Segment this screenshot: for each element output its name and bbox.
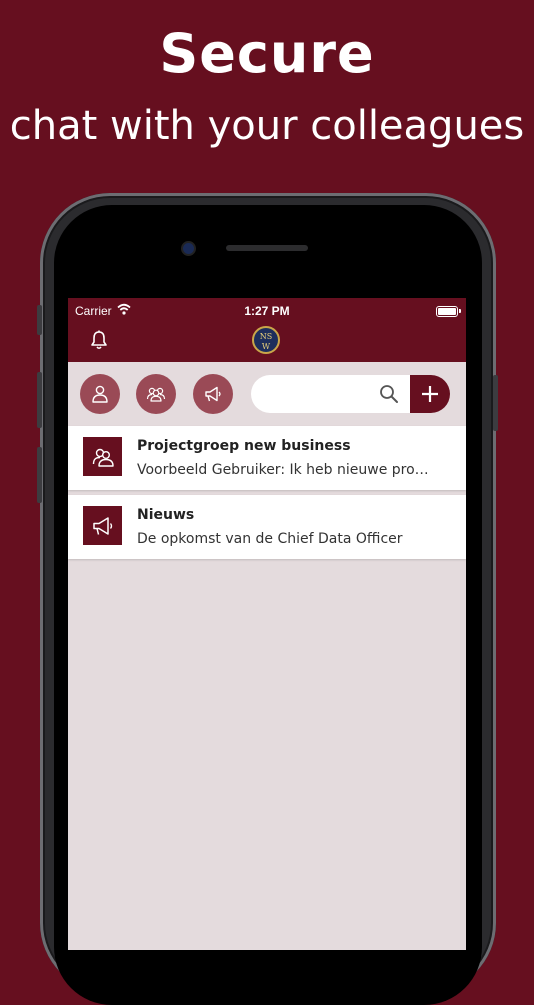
group-icon (92, 448, 114, 467)
headline-subtitle: chat with your colleagues (9, 103, 525, 149)
chat-list-item[interactable]: Nieuws De opkomst van de Chief Data Offi… (68, 495, 466, 559)
logo-text-bottom: W (261, 342, 271, 351)
contacts-button[interactable] (80, 374, 120, 414)
phone-volume-down (37, 447, 42, 503)
megaphone-icon (92, 516, 112, 535)
person-icon (92, 385, 108, 403)
bell-icon[interactable] (90, 330, 108, 350)
chat-preview: De opkomst van de Chief Data Officer (137, 531, 403, 547)
app-screen: Carrier 1:27 PM NS W Projectgroep new bu… (68, 298, 466, 950)
chat-list: Projectgroep new business Voorbeeld Gebr… (68, 426, 466, 564)
logo-text-top: NS (259, 332, 273, 341)
groups-button[interactable] (136, 374, 176, 414)
search-icon[interactable] (379, 384, 399, 404)
chat-title: Projectgroep new business (137, 438, 351, 454)
headline-title: Secure (159, 22, 375, 85)
toolbar (68, 362, 466, 426)
megaphone-icon (205, 386, 221, 402)
status-time: 1:27 PM (244, 304, 290, 318)
camera-icon (183, 243, 194, 254)
phone-volume-up (37, 372, 42, 428)
chat-avatar (83, 437, 122, 476)
app-logo: NS W (252, 326, 280, 354)
phone-side-button (37, 305, 42, 335)
chat-list-item[interactable]: Projectgroep new business Voorbeeld Gebr… (68, 426, 466, 490)
group-icon (146, 387, 166, 402)
status-bar: Carrier 1:27 PM (68, 298, 466, 322)
nav-bar: NS W (68, 322, 466, 362)
add-chat-button[interactable] (410, 375, 450, 413)
plus-icon (422, 386, 438, 402)
battery-icon (436, 306, 461, 317)
phone-power-button (493, 375, 498, 431)
chat-preview: Voorbeeld Gebruiker: Ik heb nieuwe pro… (137, 462, 429, 478)
search-box (251, 375, 450, 413)
speaker-grille (226, 245, 308, 251)
chat-avatar (83, 506, 122, 545)
broadcast-button[interactable] (193, 374, 233, 414)
chat-title: Nieuws (137, 507, 195, 523)
